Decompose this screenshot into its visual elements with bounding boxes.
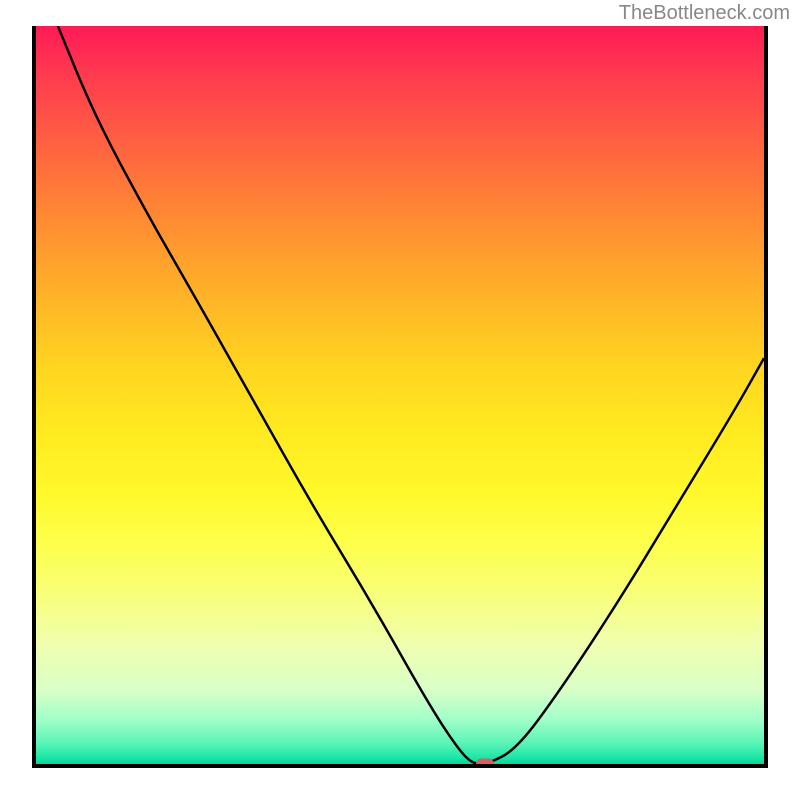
- watermark-text: TheBottleneck.com: [619, 2, 790, 25]
- bottleneck-curve: [58, 26, 764, 764]
- plot-area: [32, 26, 768, 768]
- optimal-marker: [476, 759, 494, 768]
- curve-svg: [36, 26, 764, 764]
- chart-container: [8, 26, 792, 792]
